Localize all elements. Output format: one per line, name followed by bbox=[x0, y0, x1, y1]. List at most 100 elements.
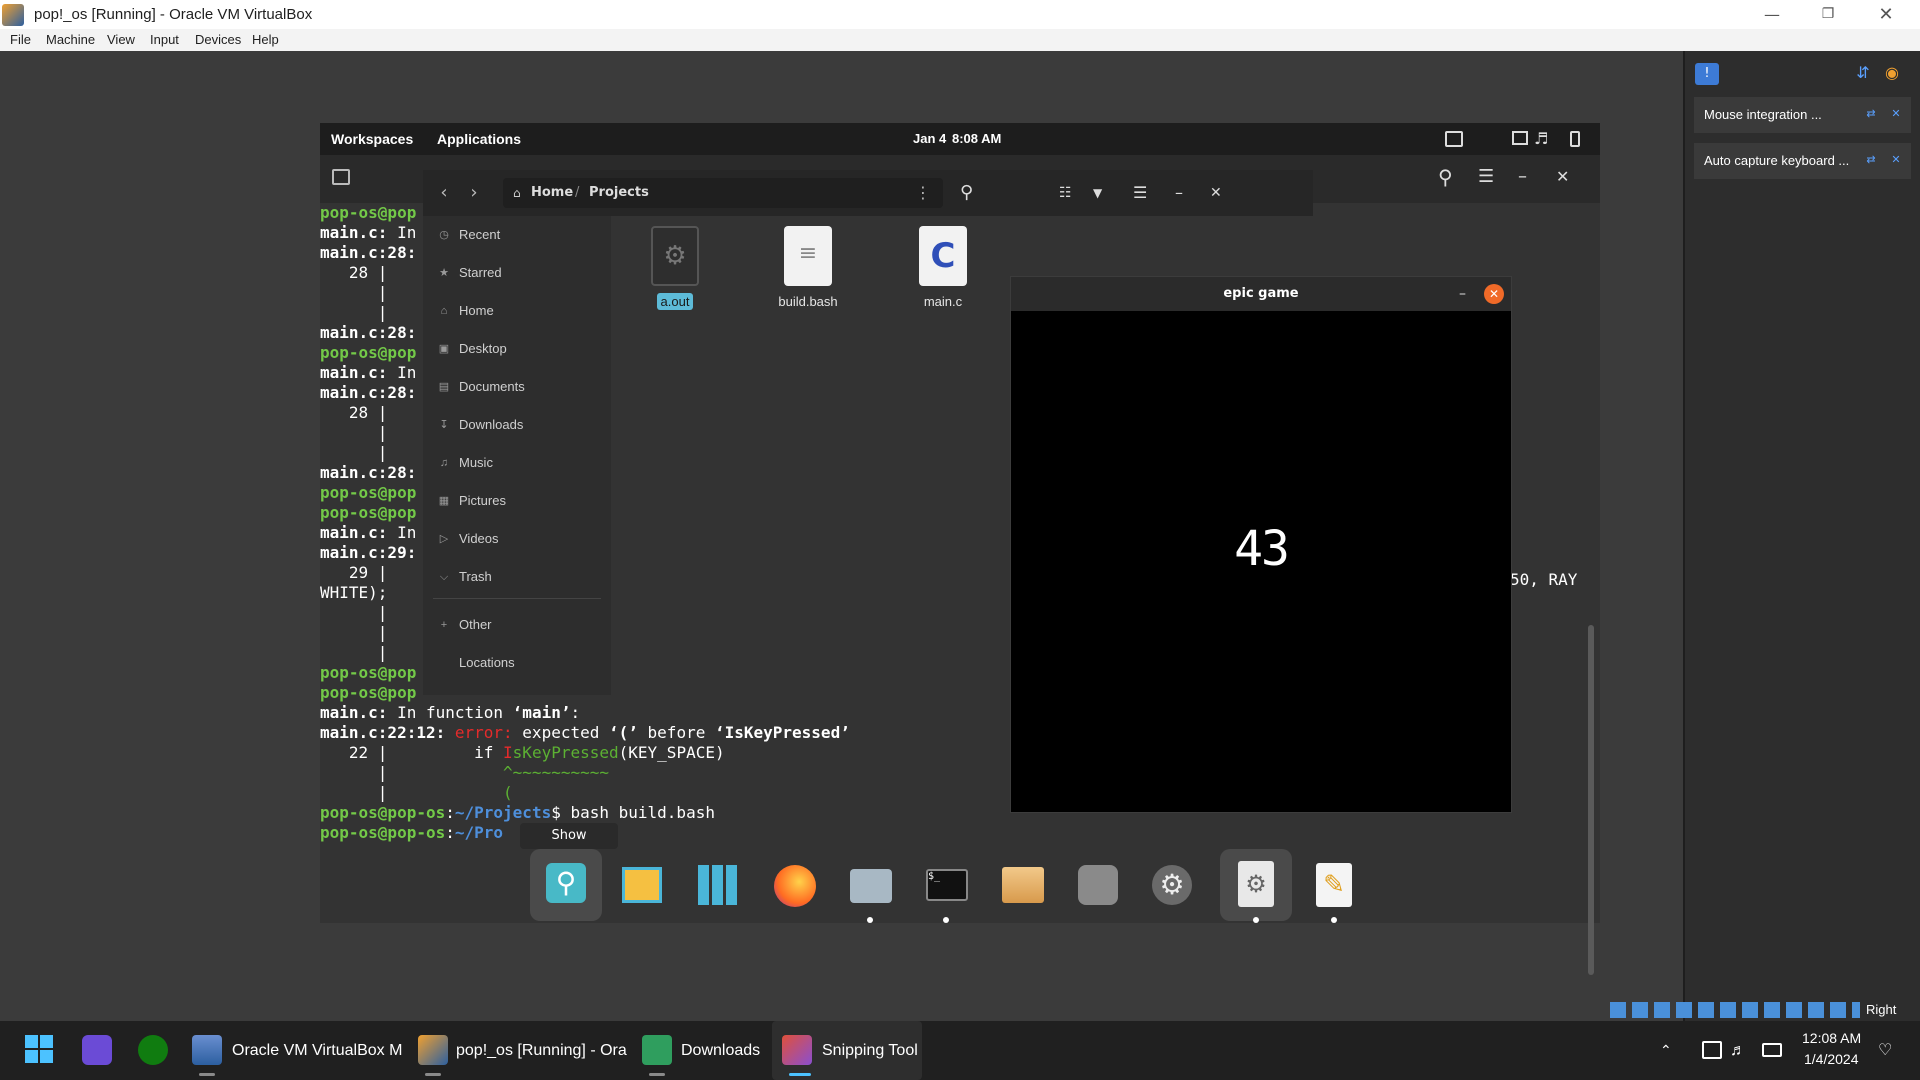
dock-pop-shop[interactable] bbox=[986, 849, 1058, 921]
dock-text-editor[interactable]: ✎ bbox=[1298, 849, 1370, 923]
close-icon[interactable]: ✕ bbox=[1874, 0, 1898, 29]
bell-icon[interactable]: ♡ bbox=[1878, 1021, 1892, 1080]
taskbar-item-downloads[interactable]: Downloads bbox=[681, 1021, 760, 1080]
minimize-icon[interactable]: – bbox=[1459, 282, 1466, 306]
firefox-icon bbox=[774, 865, 816, 907]
battery-icon[interactable] bbox=[1570, 131, 1580, 147]
taskbar-item-snipping-tool[interactable]: Snipping Tool bbox=[822, 1021, 918, 1080]
clock-time[interactable]: 12:08 AM bbox=[1802, 1030, 1861, 1046]
volume-icon[interactable]: ♬ bbox=[1534, 127, 1548, 151]
minimize-icon[interactable]: – bbox=[1175, 180, 1183, 206]
menu-icon[interactable]: ☰ bbox=[1478, 165, 1494, 189]
new-tab-icon[interactable] bbox=[332, 169, 350, 185]
close-icon[interactable]: ✕ bbox=[1556, 165, 1569, 189]
workspaces-button[interactable]: Workspaces bbox=[331, 123, 413, 155]
dock-running-app[interactable]: ⚙ bbox=[1220, 849, 1292, 923]
proton-vpn-icon[interactable] bbox=[82, 1035, 112, 1065]
file-main-c[interactable]: C main.c bbox=[879, 226, 999, 316]
clock-date[interactable]: Jan 4 bbox=[913, 123, 946, 155]
score-counter: 43 bbox=[1234, 521, 1290, 577]
breadcrumb-separator: / bbox=[575, 185, 580, 200]
more-options-icon[interactable]: ⋮ bbox=[915, 178, 931, 208]
dock-settings[interactable]: ⚙ bbox=[1136, 849, 1208, 921]
taskbar-item-virtualbox-manager[interactable]: Oracle VM VirtualBox M bbox=[232, 1021, 402, 1080]
network-icon[interactable] bbox=[1702, 1041, 1722, 1059]
terminal-line: pop-os@pop bbox=[320, 683, 417, 702]
hamburger-icon[interactable]: ☰ bbox=[1133, 180, 1147, 206]
file-a-out[interactable]: ⚙ a.out bbox=[611, 226, 731, 316]
menu-file[interactable]: File bbox=[10, 29, 31, 51]
downloads-folder-icon[interactable] bbox=[642, 1035, 672, 1065]
search-icon[interactable]: ⚲ bbox=[1438, 165, 1453, 189]
back-icon[interactable]: ‹ bbox=[431, 180, 457, 206]
dock-installer[interactable] bbox=[1062, 849, 1134, 921]
menu-machine[interactable]: Machine bbox=[46, 29, 95, 51]
menu-help[interactable]: Help bbox=[252, 29, 279, 51]
notification-mouse-integration[interactable]: Mouse integration ... ⇄ ✕ bbox=[1694, 97, 1911, 133]
clock-time[interactable]: 8:08 AM bbox=[952, 123, 1001, 155]
breadcrumb-home[interactable]: Home bbox=[531, 178, 573, 208]
toggle-icon[interactable]: ⇄ bbox=[1864, 107, 1878, 121]
terminal-scrollbar[interactable] bbox=[1588, 625, 1594, 975]
notification-auto-capture[interactable]: Auto capture keyboard ... ⇄ ✕ bbox=[1694, 143, 1911, 179]
virtualbox-icon[interactable] bbox=[192, 1035, 222, 1065]
toggle-icon[interactable]: ⇄ bbox=[1864, 153, 1878, 167]
minimize-icon[interactable]: — bbox=[1760, 0, 1784, 29]
vbox-menu-bar: File Machine View Input Devices Help bbox=[0, 29, 1920, 51]
snipping-tool-icon[interactable] bbox=[782, 1035, 812, 1065]
network-icon[interactable] bbox=[1512, 131, 1528, 145]
dock-firefox[interactable] bbox=[758, 849, 830, 921]
dismiss-icon[interactable]: ✕ bbox=[1889, 107, 1903, 121]
menu-view[interactable]: View bbox=[107, 29, 135, 51]
battery-icon[interactable] bbox=[1762, 1043, 1782, 1057]
terminal-line: main.c:22:12: error: expected ‘(’ before… bbox=[320, 723, 850, 742]
plus-icon: + bbox=[440, 619, 448, 631]
xbox-icon[interactable] bbox=[138, 1035, 168, 1065]
sidebar-item-label: Recent bbox=[459, 227, 501, 242]
display-icon[interactable] bbox=[1445, 131, 1463, 147]
close-icon[interactable]: ✕ bbox=[1484, 284, 1504, 304]
search-icon[interactable]: ⚲ bbox=[960, 180, 973, 206]
game-title-bar: epic game – ✕ bbox=[1011, 277, 1511, 311]
terminal-line: main.c:29: bbox=[320, 543, 417, 562]
windows-taskbar: Oracle VM VirtualBox M pop!_os [Running]… bbox=[0, 1021, 1920, 1080]
terminal-line: pop-os@pop bbox=[320, 483, 417, 502]
notification-icon[interactable]: ! bbox=[1695, 63, 1719, 85]
clear-all-icon[interactable]: ◉ bbox=[1881, 63, 1903, 83]
file-build-bash[interactable]: ≡ build.bash bbox=[744, 226, 864, 316]
view-list-icon[interactable]: ☷ bbox=[1059, 180, 1072, 206]
terminal-line: | bbox=[320, 303, 388, 322]
game-window[interactable]: epic game – ✕ 43 bbox=[1010, 276, 1512, 813]
device-status-icons[interactable] bbox=[1610, 1002, 1860, 1018]
sidebar-item-label: Pictures bbox=[459, 493, 506, 508]
dismiss-icon[interactable]: ✕ bbox=[1889, 153, 1903, 167]
running-indicator bbox=[867, 917, 873, 923]
chevron-down-icon[interactable]: ▼ bbox=[1093, 180, 1102, 206]
dock-app-grid[interactable] bbox=[682, 849, 754, 921]
minimize-icon[interactable]: – bbox=[1518, 165, 1527, 189]
applications-button[interactable]: Applications bbox=[437, 123, 521, 155]
restore-icon[interactable]: ❐ bbox=[1816, 0, 1840, 29]
menu-devices[interactable]: Devices bbox=[195, 29, 241, 51]
windows-start-icon[interactable] bbox=[25, 1035, 55, 1065]
vm-running-icon[interactable] bbox=[418, 1035, 448, 1065]
game-canvas[interactable]: 43 bbox=[1011, 311, 1511, 812]
terminal-line: 28 | bbox=[320, 263, 388, 282]
dock-files[interactable] bbox=[834, 849, 906, 923]
sidebar-item-label: Videos bbox=[459, 531, 499, 546]
clock-date[interactable]: 1/4/2024 bbox=[1804, 1051, 1859, 1067]
forward-icon[interactable]: › bbox=[461, 180, 487, 206]
volume-icon[interactable]: ♬ bbox=[1730, 1021, 1746, 1080]
c-source-file-icon: C bbox=[919, 226, 967, 286]
dock-terminal[interactable]: $_ bbox=[910, 849, 982, 923]
active-indicator bbox=[789, 1073, 811, 1076]
chevron-up-icon[interactable]: ⌃ bbox=[1660, 1021, 1672, 1080]
dock-workspaces[interactable] bbox=[606, 849, 678, 921]
sort-icon[interactable]: ⇵ bbox=[1853, 63, 1873, 83]
taskbar-item-popos-vm[interactable]: pop!_os [Running] - Ora bbox=[456, 1021, 627, 1080]
sidebar-item-label: Trash bbox=[459, 569, 492, 584]
menu-input[interactable]: Input bbox=[150, 29, 179, 51]
breadcrumb-projects[interactable]: Projects bbox=[589, 178, 649, 208]
dock-launcher[interactable]: ⚲ bbox=[530, 849, 602, 921]
close-icon[interactable]: ✕ bbox=[1210, 180, 1222, 206]
